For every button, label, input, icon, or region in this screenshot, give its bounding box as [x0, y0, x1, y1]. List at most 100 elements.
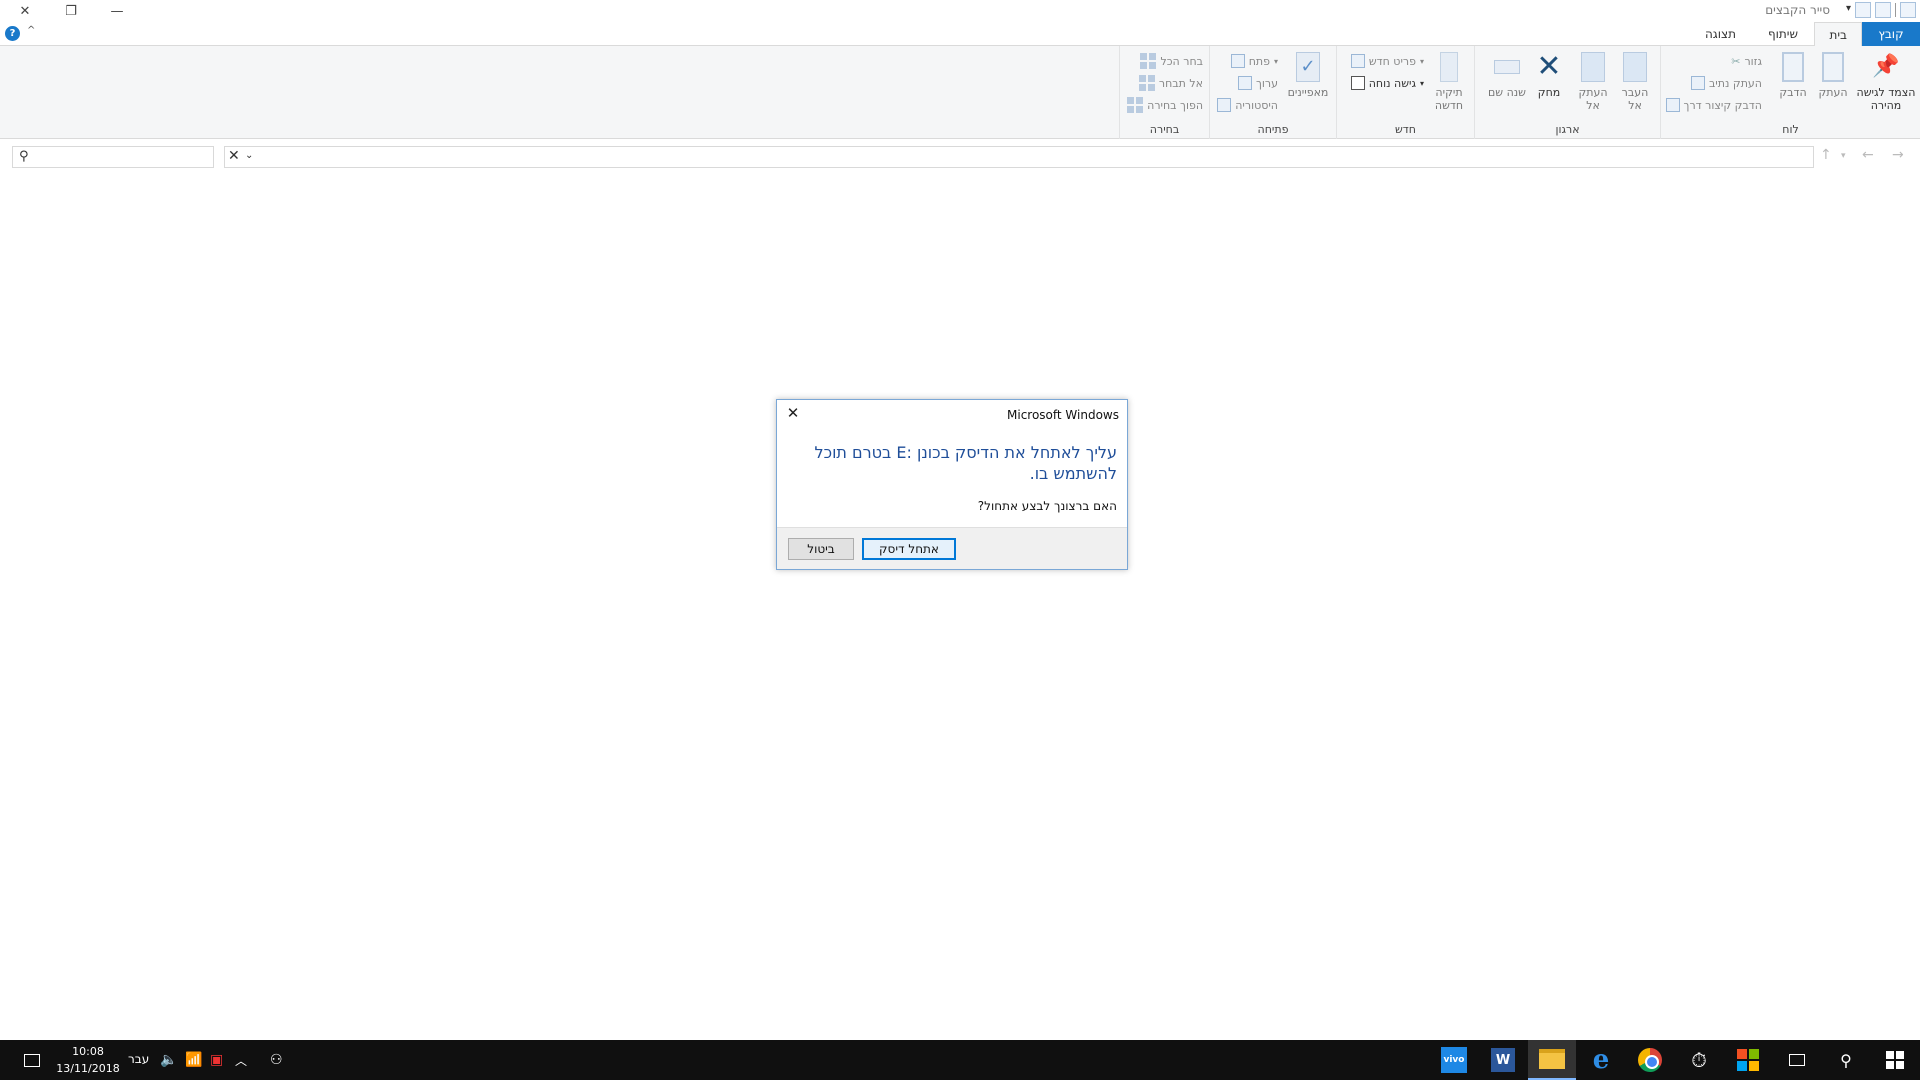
recent-locations-icon[interactable]: ▾ [1841, 151, 1846, 161]
dialog-close-button[interactable]: ✕ [783, 404, 803, 422]
explorer-app-icon [1900, 2, 1916, 18]
paste-shortcut-label: הדבק קיצור דרך [1683, 98, 1762, 112]
taskbar-clock-app[interactable]: ⏱ [1675, 1040, 1723, 1080]
organize-group: העבר אל העתק אל ✕ מחק שנה שם ארגון [1474, 46, 1660, 139]
taskbar-chrome-app[interactable] [1626, 1040, 1674, 1080]
up-arrow-icon[interactable]: ↑ [1820, 147, 1832, 163]
store-icon [1737, 1049, 1759, 1071]
clock-date: 13/11/2018 [56, 1062, 120, 1075]
invert-selection-icon [1127, 97, 1144, 113]
new-folder-icon [1440, 52, 1458, 82]
task-view-button[interactable] [1773, 1040, 1821, 1080]
rename-icon [1494, 60, 1520, 74]
system-clock[interactable]: 10:08 13/11/2018 [55, 1043, 121, 1077]
tab-share[interactable]: שיתוף [1754, 22, 1812, 46]
taskbar-file-explorer-app[interactable] [1528, 1040, 1576, 1080]
new-folder-label: תיקיה חדשה [1434, 86, 1464, 112]
address-bar[interactable]: ✕ ⌄ [224, 146, 1814, 168]
paste-shortcut-button[interactable]: הדבק קיצור דרך [1665, 96, 1762, 114]
edit-button[interactable]: ערוך [1238, 74, 1278, 92]
search-input[interactable]: ⚲ [12, 146, 214, 168]
new-item-button[interactable]: פריט חדש ▾ [1350, 52, 1424, 70]
taskbar-vivo-app[interactable]: vivo [1430, 1040, 1478, 1080]
address-dropdown-icon[interactable]: ⌄ [245, 150, 253, 161]
minimize-icon: — [110, 3, 124, 19]
cut-button[interactable]: ✂ גזור [1731, 52, 1762, 70]
copy-to-icon [1581, 52, 1605, 82]
close-window-button[interactable]: ✕ [2, 0, 48, 22]
delete-label: מחק [1537, 86, 1561, 99]
paste-label: הדבק [1779, 86, 1807, 99]
easy-access-button[interactable]: גישה נוחה ▾ [1350, 74, 1424, 92]
battery-alert-icon[interactable]: ▣ [210, 1040, 223, 1080]
quick-access-toolbar: ▾ [1846, 2, 1916, 18]
dialog-message: עליך לאתחל את הדיסק בכונן :E בטרם תוכל ל… [814, 443, 1117, 483]
back-arrow-icon[interactable]: ← [1862, 147, 1874, 163]
format-disk-dialog: Microsoft Windows ✕ עליך לאתחל את הדיסק … [776, 399, 1128, 570]
tab-home[interactable]: בית [1814, 22, 1862, 47]
select-none-button[interactable]: אל תבחר [1138, 74, 1203, 92]
move-to-icon [1623, 52, 1647, 82]
easy-access-label: גישה נוחה [1368, 76, 1416, 90]
select-all-button[interactable]: בחר הכל [1140, 52, 1203, 70]
toolbar-separator [1895, 3, 1896, 17]
close-icon: ✕ [786, 404, 800, 422]
tab-view[interactable]: תצוגה [1691, 22, 1750, 46]
minimize-window-button[interactable]: — [94, 0, 140, 22]
ribbon: 📌 הצמד לגישה מהירה העתק הדבק ✂ גזור העתק… [0, 46, 1920, 139]
ribbon-tabs: קובץ בית שיתוף תצוגה ? ^ [0, 22, 1920, 47]
properties-button[interactable]: ✓ מאפיינים [1286, 52, 1330, 99]
clipboard-group-label: לוח [1782, 123, 1799, 136]
copy-button[interactable]: העתק [1814, 52, 1852, 99]
restore-window-button[interactable]: ❐ [48, 0, 94, 22]
move-to-button[interactable]: העבר אל [1616, 52, 1654, 112]
delete-button[interactable]: ✕ מחק [1530, 52, 1568, 100]
clock-time: 10:08 [72, 1045, 104, 1058]
rename-button[interactable]: שנה שם [1488, 52, 1526, 99]
pin-quick-access-button[interactable]: 📌 הצמד לגישה מהירה [1856, 52, 1916, 112]
edge-icon: e [1592, 1045, 1610, 1075]
dialog-footer: אתחל דיסק ביטול [777, 527, 1127, 569]
clipboard-group: 📌 הצמד לגישה מהירה העתק הדבק ✂ גזור העתק… [1660, 46, 1920, 139]
new-folder-button[interactable]: תיקיה חדשה [1430, 52, 1468, 112]
network-disconnected-icon[interactable]: 📶 [185, 1040, 202, 1080]
dropdown-arrow-icon: ▾ [1419, 78, 1424, 88]
open-button[interactable]: פתח ▾ [1230, 52, 1278, 70]
copy-path-icon [1690, 76, 1705, 90]
copy-path-button[interactable]: העתק נתיב [1690, 74, 1762, 92]
history-button[interactable]: היסטוריה [1217, 96, 1278, 114]
cut-label: גזור [1744, 54, 1762, 68]
stopwatch-icon: ⏱ [1691, 1048, 1707, 1072]
copy-to-label: העתק אל [1578, 86, 1608, 112]
taskbar-edge-app[interactable]: e [1577, 1040, 1625, 1080]
input-language[interactable]: עבר [128, 1052, 149, 1066]
invert-selection-button[interactable]: הפוך בחירה [1127, 96, 1203, 114]
search-icon: ⚲ [1840, 1050, 1852, 1070]
new-folder-quick-icon[interactable] [1855, 2, 1871, 18]
volume-icon[interactable]: 🔈 [160, 1040, 177, 1080]
action-center-button[interactable] [8, 1040, 56, 1080]
help-icon[interactable]: ? [5, 26, 20, 41]
start-button[interactable] [1871, 1040, 1919, 1080]
customize-toolbar-icon[interactable]: ▾ [1846, 3, 1851, 18]
search-button[interactable]: ⚲ [1822, 1040, 1870, 1080]
forward-arrow-icon[interactable]: → [1892, 147, 1904, 163]
properties-label: מאפיינים [1287, 86, 1329, 99]
clear-address-icon[interactable]: ✕ [228, 148, 240, 164]
tab-file[interactable]: קובץ [1862, 22, 1920, 46]
format-disk-button[interactable]: אתחל דיסק [862, 538, 956, 560]
title-bar: ✕ ❐ — סייר הקבצים ▾ [0, 0, 1920, 22]
dropdown-arrow-icon: ▾ [1273, 56, 1278, 66]
properties-quick-icon[interactable] [1875, 2, 1891, 18]
copy-to-button[interactable]: העתק אל [1574, 52, 1612, 112]
collapse-ribbon-icon[interactable]: ^ [27, 25, 35, 36]
paste-button[interactable]: הדבק [1774, 52, 1812, 99]
taskbar-store-app[interactable] [1724, 1040, 1772, 1080]
taskbar-word-app[interactable]: W [1479, 1040, 1527, 1080]
people-icon[interactable]: ⚇ [270, 1040, 283, 1080]
show-hidden-icons-chevron-icon[interactable]: ︿ [235, 1040, 247, 1080]
cancel-button[interactable]: ביטול [788, 538, 854, 560]
invert-selection-label: הפוך בחירה [1147, 98, 1203, 112]
paste-shortcut-icon [1665, 98, 1680, 112]
scissors-icon: ✂ [1731, 54, 1741, 68]
